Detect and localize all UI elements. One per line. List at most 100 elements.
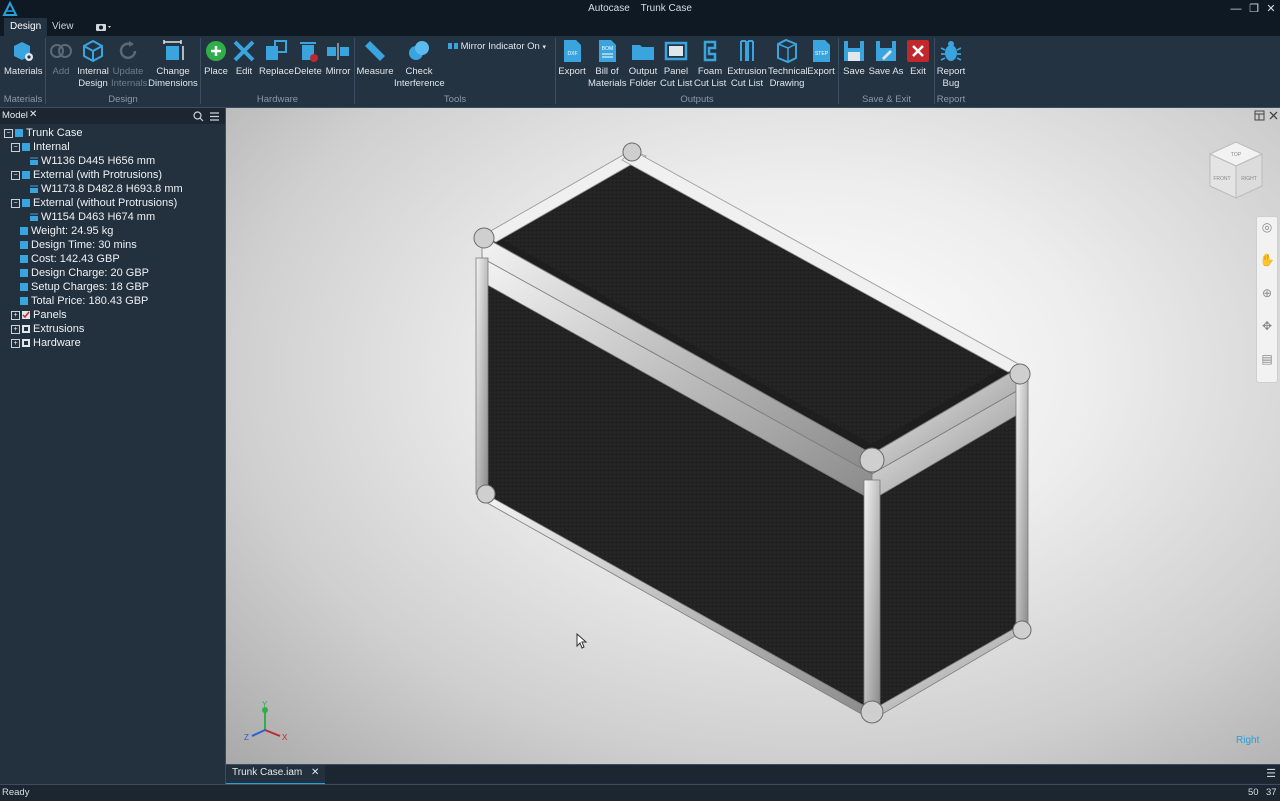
tree-node-weight[interactable]: Weight: 24.95 kg bbox=[20, 224, 113, 238]
3d-viewport[interactable]: TOP FRONT RIGHT ◎ ✋ ⊕ ✥ ▤ X Y Z Right bbox=[226, 108, 1280, 764]
property-icon bbox=[20, 297, 28, 306]
foam-cut-list-button[interactable]: Foam Cut List bbox=[694, 38, 726, 90]
tree-node-hardware[interactable]: + Hardware bbox=[11, 336, 81, 350]
save-button[interactable]: Save bbox=[840, 38, 868, 78]
document-list-menu-icon[interactable]: ☰ bbox=[1266, 767, 1276, 780]
panel-cut-list-button[interactable]: Panel Cut List bbox=[660, 38, 692, 90]
mouse-cursor-icon bbox=[576, 633, 588, 649]
update-internals-button[interactable]: Update Internals bbox=[111, 38, 148, 90]
close-window-button[interactable]: ✕ bbox=[1262, 1, 1280, 17]
add-button[interactable]: Add bbox=[48, 38, 74, 78]
collapse-toggle[interactable]: − bbox=[11, 170, 20, 180]
update-internals-label-2: Internals bbox=[111, 78, 148, 89]
close-document-icon[interactable]: ✕ bbox=[311, 767, 319, 778]
camera-icon[interactable] bbox=[95, 21, 113, 33]
bill-of-materials-button[interactable]: BOM Bill of Materials bbox=[588, 38, 627, 90]
tree-node-design-charge[interactable]: Design Charge: 20 GBP bbox=[20, 266, 149, 280]
replace-icon bbox=[266, 40, 287, 60]
trunk-case-model[interactable] bbox=[226, 108, 1280, 764]
hamburger-menu-icon[interactable] bbox=[209, 111, 220, 122]
tab-design[interactable]: Design bbox=[4, 18, 48, 36]
edit-button[interactable]: Edit bbox=[231, 38, 257, 78]
output-folder-button[interactable]: Output Folder bbox=[627, 38, 659, 90]
materials-button[interactable]: Materials bbox=[4, 38, 43, 78]
mirror-indicator-dropdown[interactable]: Mirror Indicator On ▾ bbox=[448, 41, 546, 52]
change-dimensions-button[interactable]: Change Dimensions bbox=[148, 38, 198, 90]
plus-circle-icon bbox=[206, 41, 226, 61]
replace-label: Replace bbox=[259, 66, 294, 77]
check-interference-label-1: Check bbox=[405, 66, 433, 77]
expand-toggle[interactable]: + bbox=[11, 324, 20, 334]
tree-node-external-with[interactable]: − External (with Protrusions) bbox=[11, 168, 162, 182]
document-tab-trunk-case[interactable]: Trunk Case.iam ✕ bbox=[226, 765, 326, 785]
tree-node-extrusions[interactable]: + Extrusions bbox=[11, 322, 84, 336]
replace-button[interactable]: Replace bbox=[259, 38, 294, 78]
tree-node-internal-dims[interactable]: W1136 D445 H656 mm bbox=[30, 154, 155, 168]
search-icon[interactable] bbox=[193, 111, 204, 122]
edit-tools-icon bbox=[233, 40, 255, 62]
tree-node-label: Hardware bbox=[33, 337, 81, 349]
report-bug-button[interactable]: Report Bug bbox=[936, 38, 966, 90]
view-cube[interactable]: TOP FRONT RIGHT bbox=[1206, 138, 1266, 202]
step-badge: STEP bbox=[815, 51, 829, 57]
expand-toggle[interactable]: + bbox=[11, 338, 20, 348]
tab-view[interactable]: View bbox=[46, 18, 80, 36]
tree-node-label: Trunk Case bbox=[26, 127, 83, 139]
tree-node-trunk-case[interactable]: − Trunk Case bbox=[4, 126, 82, 140]
tree-node-label: Design Time: 30 mins bbox=[31, 239, 137, 251]
tree-node-external-with-dims[interactable]: W1173.8 D482.8 H693.8 mm bbox=[30, 182, 183, 196]
tree-node-label: Weight: 24.95 kg bbox=[31, 225, 114, 237]
document-tab-label: Trunk Case.iam bbox=[232, 767, 303, 778]
minimize-button[interactable]: — bbox=[1227, 1, 1245, 17]
expand-toggle[interactable]: + bbox=[11, 310, 20, 320]
pan-hand-icon[interactable]: ✋ bbox=[1257, 253, 1277, 283]
tree-node-panels[interactable]: + Panels bbox=[11, 308, 67, 322]
status-count-1: 50 bbox=[1248, 787, 1259, 798]
tree-node-design-time[interactable]: Design Time: 30 mins bbox=[20, 238, 137, 252]
export-step-button[interactable]: STEP Export bbox=[806, 38, 836, 78]
document-name: Trunk Case bbox=[640, 3, 692, 14]
check-interference-button[interactable]: Check Interference bbox=[394, 38, 445, 90]
cube-icon bbox=[83, 39, 103, 63]
add-components-icon bbox=[50, 44, 72, 58]
tree-node-cost[interactable]: Cost: 142.43 GBP bbox=[20, 252, 120, 266]
measure-button[interactable]: Measure bbox=[356, 38, 394, 78]
group-label-materials: Materials bbox=[3, 94, 43, 105]
edit-label: Edit bbox=[235, 66, 253, 77]
collapse-toggle[interactable]: − bbox=[11, 198, 20, 208]
orbit-icon[interactable]: ✥ bbox=[1257, 319, 1277, 349]
model-tab[interactable]: Model bbox=[2, 110, 28, 121]
property-icon bbox=[20, 283, 28, 292]
group-label-hardware: Hardware bbox=[256, 94, 299, 105]
export-dxf-button[interactable]: DXF Export bbox=[557, 38, 587, 78]
tree-node-label: W1173.8 D482.8 H693.8 mm bbox=[41, 183, 183, 195]
look-at-icon[interactable]: ▤ bbox=[1257, 352, 1277, 382]
tree-node-external-without-dims[interactable]: W1154 D463 H674 mm bbox=[30, 210, 155, 224]
panels-icon bbox=[22, 311, 30, 320]
tree-node-setup-charges[interactable]: Setup Charges: 18 GBP bbox=[20, 280, 149, 294]
exit-button[interactable]: Exit bbox=[905, 38, 931, 78]
save-as-button[interactable]: Save As bbox=[868, 38, 904, 78]
tree-node-label: W1154 D463 H674 mm bbox=[41, 211, 156, 223]
tree-node-total-price[interactable]: Total Price: 180.43 GBP bbox=[20, 294, 148, 308]
zoom-icon[interactable]: ⊕ bbox=[1257, 286, 1277, 316]
change-dimensions-label-2: Dimensions bbox=[148, 78, 198, 89]
extrusion-cut-list-button[interactable]: Extrusion Cut List bbox=[727, 38, 767, 90]
navigation-bar: ◎ ✋ ⊕ ✥ ▤ bbox=[1256, 216, 1278, 383]
collapse-toggle[interactable]: − bbox=[4, 128, 13, 138]
group-label-design: Design bbox=[108, 94, 138, 105]
panel-icon bbox=[664, 41, 688, 61]
check-interference-label-2: Interference bbox=[394, 78, 445, 89]
tree-node-external-without[interactable]: − External (without Protrusions) bbox=[11, 196, 177, 210]
internal-design-button[interactable]: Internal Design bbox=[76, 38, 110, 90]
mirror-button[interactable]: Mirror bbox=[323, 38, 353, 78]
delete-button[interactable]: Delete bbox=[294, 38, 322, 78]
close-panel-icon[interactable]: ✕ bbox=[29, 109, 37, 120]
place-button[interactable]: Place bbox=[202, 38, 230, 78]
steering-wheel-icon[interactable]: ◎ bbox=[1257, 220, 1277, 250]
technical-drawing-button[interactable]: Technical Drawing bbox=[768, 38, 808, 90]
collapse-toggle[interactable]: − bbox=[11, 142, 20, 152]
restore-button[interactable]: ❐ bbox=[1245, 1, 1263, 17]
tree-node-internal[interactable]: − Internal bbox=[11, 140, 70, 154]
viewcube-top-label: TOP bbox=[1231, 152, 1242, 158]
